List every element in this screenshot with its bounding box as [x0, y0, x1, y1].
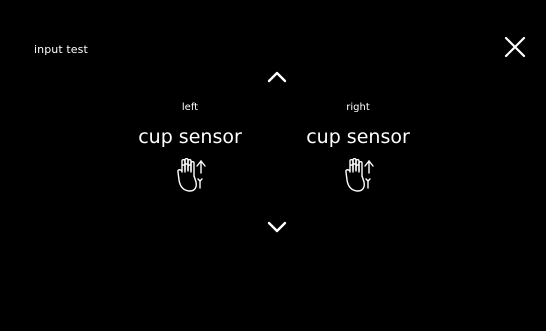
- sensor-name-label: cup sensor: [138, 126, 242, 148]
- hand-touch-icon: [345, 158, 374, 192]
- chevron-up-icon[interactable]: [260, 66, 294, 88]
- sensor-side-label: left: [181, 102, 199, 113]
- chevron-down-icon[interactable]: [260, 216, 294, 238]
- right-cup-sensor[interactable]: right cup sensor: [283, 102, 433, 200]
- sensor-name-label: cup sensor: [306, 126, 410, 148]
- close-icon[interactable]: [503, 35, 527, 59]
- page-title: input test: [34, 43, 88, 56]
- hand-touch-icon: [177, 158, 206, 192]
- left-cup-sensor[interactable]: left cup sensor: [115, 102, 265, 200]
- input-test-screen: input test left cup sensor right cup sen…: [0, 0, 546, 331]
- sensor-side-label: right: [346, 102, 370, 113]
